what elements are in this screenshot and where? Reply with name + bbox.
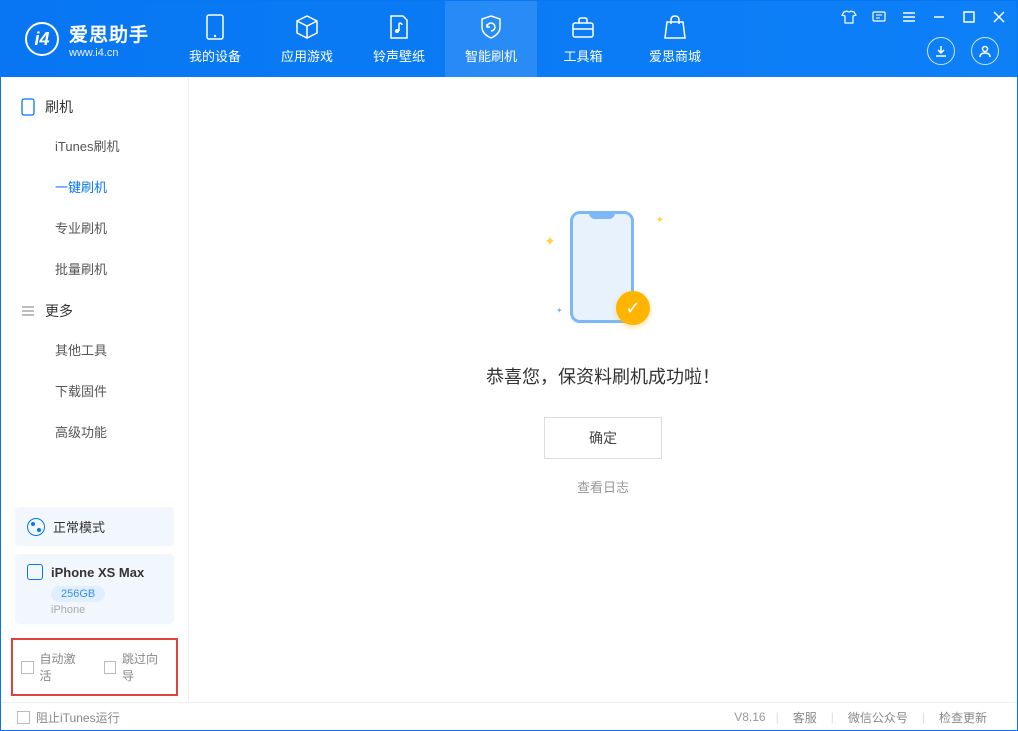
version-label: V8.16 — [734, 710, 775, 724]
checkbox-icon — [17, 711, 30, 724]
window-controls — [841, 9, 1007, 25]
app-url: www.i4.cn — [69, 47, 149, 59]
nav-smart-flash[interactable]: 智能刷机 — [445, 1, 537, 77]
device-box[interactable]: iPhone XS Max 256GB iPhone — [15, 554, 174, 624]
checkbox-icon — [104, 661, 117, 674]
device-phone-icon — [27, 564, 43, 580]
nav-label: 我的设备 — [189, 46, 241, 65]
app-name: 爱思助手 — [69, 20, 149, 47]
feedback-icon[interactable] — [871, 9, 887, 25]
app-header: i4 爱思助手 www.i4.cn 我的设备 应用游戏 铃声壁纸 智能刷机 工具… — [1, 1, 1017, 77]
close-button[interactable] — [991, 9, 1007, 25]
checkbox-skip-guide[interactable]: 跳过向导 — [104, 650, 169, 684]
toolbox-icon — [570, 14, 596, 40]
user-icon[interactable] — [971, 37, 999, 65]
view-log-link[interactable]: 查看日志 — [577, 477, 629, 496]
check-badge-icon: ✓ — [616, 291, 650, 325]
phone-icon — [202, 14, 228, 40]
nav-label: 铃声壁纸 — [373, 46, 425, 65]
device-storage-badge: 256GB — [51, 586, 105, 602]
nav-label: 应用游戏 — [281, 46, 333, 65]
success-message: 恭喜您，保资料刷机成功啦！ — [486, 363, 720, 389]
sidebar-item-oneclick-flash[interactable]: 一键刷机 — [1, 166, 188, 207]
section-title: 更多 — [45, 301, 73, 321]
checkbox-auto-activate[interactable]: 自动激活 — [21, 650, 86, 684]
checkbox-block-itunes[interactable]: 阻止iTunes运行 — [17, 709, 120, 726]
ok-button[interactable]: 确定 — [544, 417, 662, 459]
logo-icon: i4 — [25, 22, 59, 56]
sidebar-section-flash: 刷机 — [1, 97, 188, 125]
sidebar-item-download-firmware[interactable]: 下载固件 — [1, 370, 188, 411]
checkbox-icon — [21, 661, 34, 674]
sidebar-item-advanced[interactable]: 高级功能 — [1, 411, 188, 452]
highlighted-checkbox-area: 自动激活 跳过向导 — [11, 638, 178, 696]
download-icon[interactable] — [927, 37, 955, 65]
nav-label: 智能刷机 — [465, 46, 517, 65]
success-illustration: ✦ ✦ ✦ ✓ — [528, 203, 678, 343]
footer-link-support[interactable]: 客服 — [779, 709, 831, 726]
nav-tabs: 我的设备 应用游戏 铃声壁纸 智能刷机 工具箱 爱思商城 — [169, 1, 721, 77]
phone-outline-icon — [21, 98, 35, 116]
tshirt-icon[interactable] — [841, 9, 857, 25]
nav-label: 爱思商城 — [649, 46, 701, 65]
list-icon — [21, 305, 35, 317]
nav-apps-games[interactable]: 应用游戏 — [261, 1, 353, 77]
mode-box[interactable]: 正常模式 — [15, 507, 174, 546]
mode-label: 正常模式 — [53, 517, 105, 536]
nav-my-device[interactable]: 我的设备 — [169, 1, 261, 77]
nav-store[interactable]: 爱思商城 — [629, 1, 721, 77]
nav-ringtones[interactable]: 铃声壁纸 — [353, 1, 445, 77]
footer-link-wechat[interactable]: 微信公众号 — [834, 709, 922, 726]
sidebar-section-more: 更多 — [1, 301, 188, 329]
device-name: iPhone XS Max — [51, 565, 144, 580]
sidebar-item-itunes-flash[interactable]: iTunes刷机 — [1, 125, 188, 166]
checkbox-label: 自动激活 — [40, 650, 86, 684]
sparkle-icon: ✦ — [656, 215, 664, 226]
sidebar-item-pro-flash[interactable]: 专业刷机 — [1, 207, 188, 248]
checkbox-label: 阻止iTunes运行 — [36, 709, 120, 726]
header-actions — [927, 37, 999, 65]
checkbox-label: 跳过向导 — [122, 650, 168, 684]
nav-label: 工具箱 — [564, 46, 603, 65]
menu-icon[interactable] — [901, 9, 917, 25]
section-title: 刷机 — [45, 97, 73, 117]
cube-icon — [294, 14, 320, 40]
footer-link-update[interactable]: 检查更新 — [925, 709, 1001, 726]
sidebar: 刷机 iTunes刷机 一键刷机 专业刷机 批量刷机 更多 其他工具 下载固件 … — [1, 77, 189, 702]
logo-area: i4 爱思助手 www.i4.cn — [1, 20, 169, 59]
main-content: ✦ ✦ ✦ ✓ 恭喜您，保资料刷机成功啦！ 确定 查看日志 — [189, 77, 1017, 702]
sparkle-icon: ✦ — [556, 306, 563, 315]
sidebar-item-other-tools[interactable]: 其他工具 — [1, 329, 188, 370]
sparkle-icon: ✦ — [544, 233, 556, 250]
music-file-icon — [386, 14, 412, 40]
nav-toolbox[interactable]: 工具箱 — [537, 1, 629, 77]
minimize-button[interactable] — [931, 9, 947, 25]
maximize-button[interactable] — [961, 9, 977, 25]
mode-icon — [27, 518, 45, 536]
bag-icon — [662, 14, 688, 40]
shield-refresh-icon — [478, 14, 504, 40]
footer: 阻止iTunes运行 V8.16 | 客服 | 微信公众号 | 检查更新 — [1, 702, 1017, 731]
sidebar-item-batch-flash[interactable]: 批量刷机 — [1, 248, 188, 289]
device-type: iPhone — [51, 604, 162, 616]
